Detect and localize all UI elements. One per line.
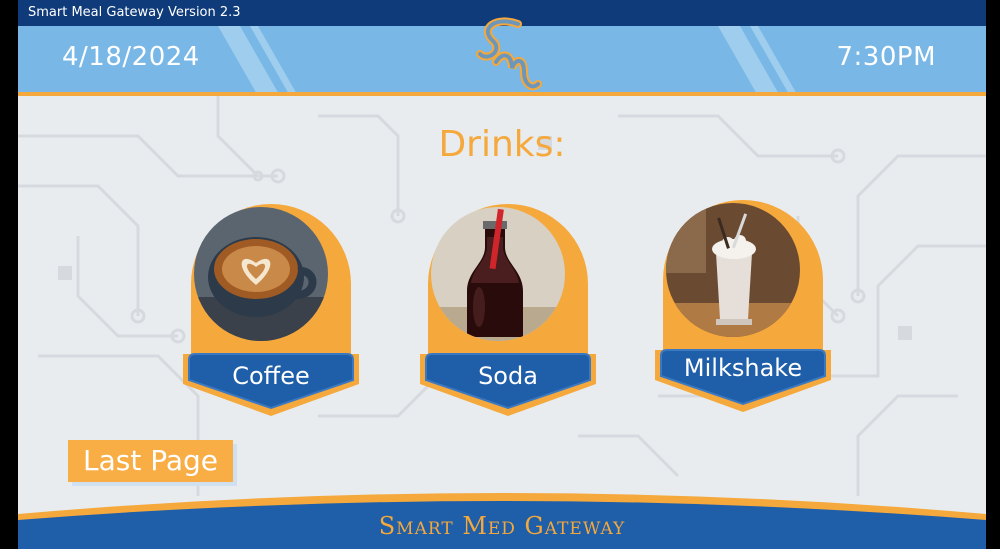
kiosk-screen: Smart Meal Gateway Version 2.3 4/18/2024… — [18, 0, 986, 549]
device-frame: Smart Meal Gateway Version 2.3 4/18/2024… — [0, 0, 1000, 549]
soda-label: Soda — [478, 362, 538, 390]
drink-card-soda[interactable]: Soda — [418, 194, 598, 424]
last-page-button[interactable]: Last Page — [68, 440, 233, 482]
drink-card-milkshake[interactable]: Milkshake — [653, 190, 833, 420]
sm-logo-icon — [476, 17, 542, 91]
drink-card-coffee[interactable]: Coffee — [181, 194, 361, 424]
section-title: Drinks: — [438, 124, 566, 165]
coffee-label: Coffee — [232, 362, 310, 390]
time-display: 7:30PM — [836, 42, 936, 72]
milkshake-image — [666, 203, 800, 337]
footer-brand: Smart Med Gateway — [378, 512, 626, 540]
date-display: 4/18/2024 — [62, 42, 200, 72]
soda-image — [431, 207, 565, 341]
milkshake-label: Milkshake — [683, 354, 803, 382]
version-title: Smart Meal Gateway Version 2.3 — [28, 5, 241, 20]
coffee-image — [194, 207, 328, 341]
